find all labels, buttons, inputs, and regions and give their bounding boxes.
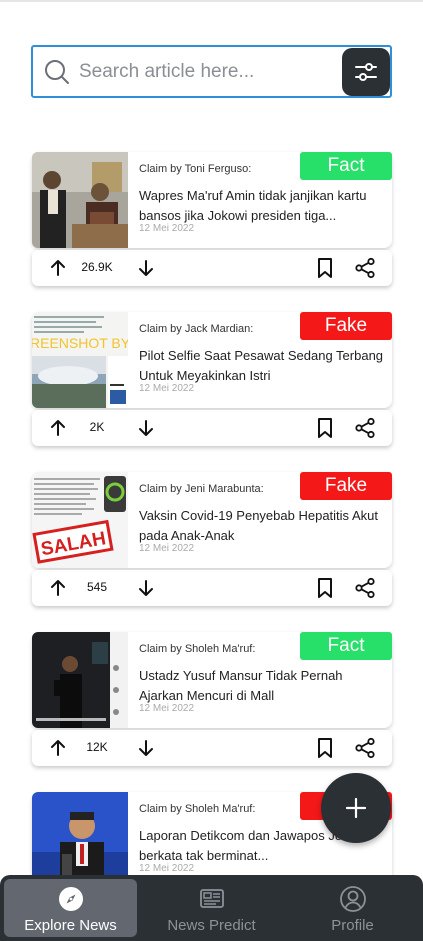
claim-author: Claim by Jeni Marabunta: (139, 483, 264, 495)
verdict-badge: Fact (300, 632, 392, 660)
top-divider (0, 0, 423, 2)
user-icon (339, 886, 366, 912)
article-card-body[interactable]: Claim by Toni Ferguso: Fact Wapres Ma'ru… (32, 152, 392, 248)
add-claim-button[interactable] (321, 773, 391, 843)
news-icon (199, 889, 224, 908)
article-actions: 26.9K (32, 250, 392, 286)
search-input[interactable] (79, 55, 334, 89)
nav-label: Profile (331, 917, 374, 934)
article-card-body[interactable]: SALAH Claim by Jeni Marabunta: Fake Vaks… (32, 472, 392, 568)
article-thumbnail (32, 152, 128, 248)
nav-news-predict[interactable]: News Predict (145, 879, 278, 937)
plus-icon (345, 797, 367, 819)
sliders-icon (355, 63, 377, 81)
bookmark-icon[interactable] (315, 257, 335, 279)
nav-label: News Predict (167, 917, 256, 934)
article-title[interactable]: Vaksin Covid-19 Penyebab Hepatitis Akut … (139, 506, 384, 546)
article-date: 12 Mei 2022 (139, 863, 195, 874)
claim-author: Claim by Sholeh Ma'ruf: (139, 803, 256, 815)
verdict-badge: Fact (300, 152, 392, 180)
search-bar (31, 45, 392, 98)
article-card-body[interactable]: REENSHOT BY Claim by Jack Mardian: Fake … (32, 312, 392, 408)
bookmark-icon[interactable] (315, 577, 335, 599)
vote-count: 2K (89, 420, 105, 434)
article-date: 12 Mei 2022 (139, 383, 195, 394)
article-date: 12 Mei 2022 (139, 543, 195, 554)
article-card[interactable]: Claim by Sholeh Ma'ruf: Fact Ustadz Yusu… (32, 632, 392, 768)
article-card[interactable]: REENSHOT BY Claim by Jack Mardian: Fake … (32, 312, 392, 448)
bottom-navigation: Explore News News Predict Profile (0, 875, 423, 941)
verdict-badge: Fake (300, 312, 392, 340)
article-date: 12 Mei 2022 (139, 703, 195, 714)
article-title[interactable]: Wapres Ma'ruf Amin tidak janjikan kartu … (139, 186, 384, 226)
share-icon[interactable] (354, 737, 376, 759)
arrow-up-icon[interactable] (48, 578, 68, 598)
article-actions: 12K (32, 730, 392, 766)
article-actions: 2K (32, 410, 392, 446)
claim-author: Claim by Toni Ferguso: (139, 163, 252, 175)
bookmark-icon[interactable] (315, 737, 335, 759)
article-card[interactable]: SALAH Claim by Jeni Marabunta: Fake Vaks… (32, 472, 392, 608)
article-card[interactable]: Claim by Toni Ferguso: Fact Wapres Ma'ru… (32, 152, 392, 288)
article-title[interactable]: Ustadz Yusuf Mansur Tidak Pernah Ajarkan… (139, 666, 384, 706)
arrow-up-icon[interactable] (48, 418, 68, 438)
filter-button[interactable] (342, 48, 390, 96)
search-icon (45, 60, 69, 84)
share-icon[interactable] (354, 577, 376, 599)
claim-author: Claim by Jack Mardian: (139, 323, 254, 335)
article-thumbnail (32, 792, 128, 888)
vote-count: 12K (86, 740, 108, 754)
article-card-body[interactable]: Claim by Sholeh Ma'ruf: Fact Ustadz Yusu… (32, 632, 392, 728)
share-icon[interactable] (354, 417, 376, 439)
arrow-down-icon[interactable] (136, 258, 156, 278)
nav-profile[interactable]: Profile (286, 879, 419, 937)
arrow-down-icon[interactable] (136, 578, 156, 598)
nav-explore-news[interactable]: Explore News (4, 879, 137, 937)
claim-author: Claim by Sholeh Ma'ruf: (139, 643, 256, 655)
article-thumbnail: REENSHOT BY (32, 312, 128, 408)
arrow-up-icon[interactable] (48, 738, 68, 758)
article-thumbnail: SALAH (32, 472, 128, 568)
verdict-badge: Fake (300, 472, 392, 500)
arrow-down-icon[interactable] (136, 738, 156, 758)
thumbnail-watermark: REENSHOT BY (32, 335, 128, 351)
arrow-up-icon[interactable] (48, 258, 68, 278)
vote-count: 545 (86, 580, 108, 594)
share-icon[interactable] (354, 257, 376, 279)
compass-icon (58, 887, 83, 911)
nav-label: Explore News (24, 917, 117, 934)
vote-count: 26.9K (81, 260, 113, 274)
arrow-down-icon[interactable] (136, 418, 156, 438)
article-thumbnail (32, 632, 128, 728)
article-actions: 545 (32, 570, 392, 606)
bookmark-icon[interactable] (315, 417, 335, 439)
article-date: 12 Mei 2022 (139, 223, 195, 234)
article-title[interactable]: Pilot Selfie Saat Pesawat Sedang Terbang… (139, 346, 384, 386)
